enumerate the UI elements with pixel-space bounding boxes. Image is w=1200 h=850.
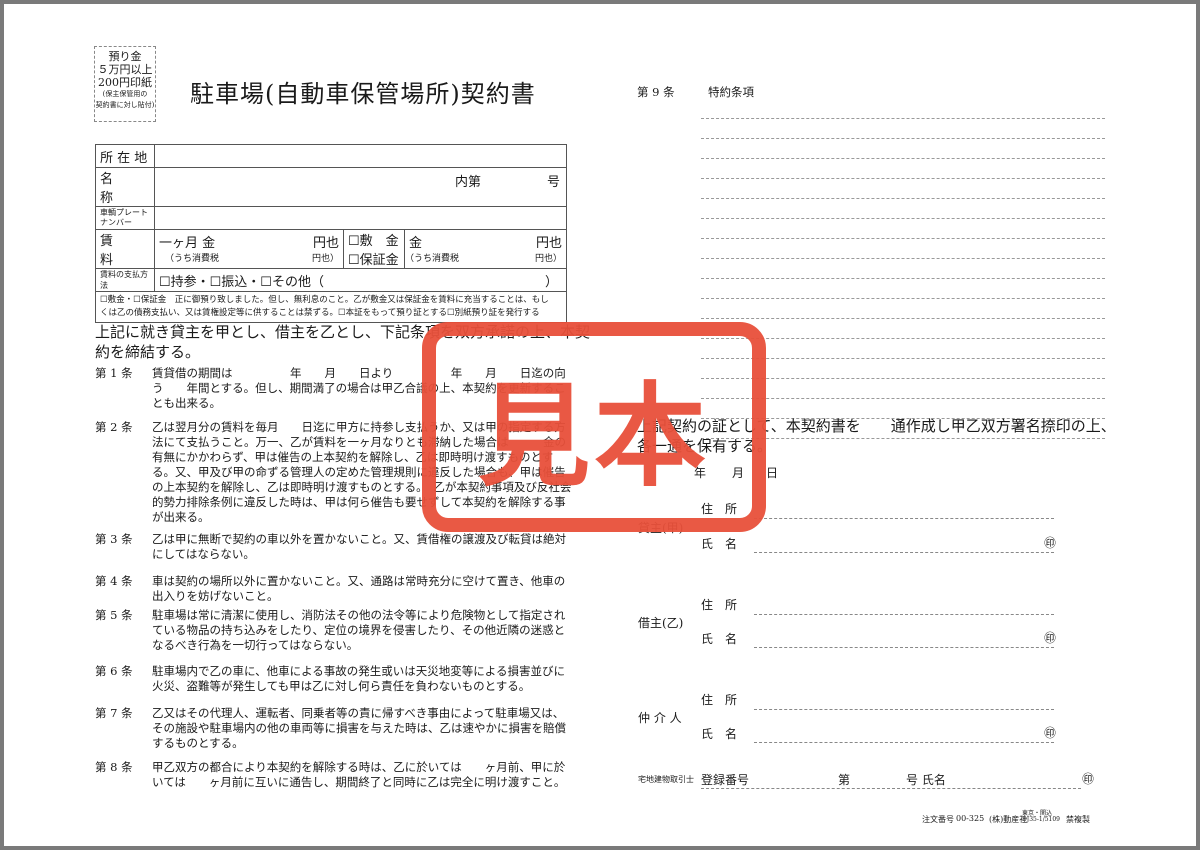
deposit-note: ☐敷金・☐保証金 正に御預り致しました。但し、無利息のこと。乙が敷金又は保証金を… [95,291,567,323]
special-terms-line[interactable] [701,118,1105,119]
sample-watermark-stamp: 見本 [422,322,766,532]
agent-name-line[interactable] [754,742,1054,743]
rent-tax-label: （うち消費税 [165,254,220,264]
stamp-note-line: 預り金 [108,50,142,63]
special-terms-line[interactable] [701,318,1105,319]
date-day: 日 [766,466,779,480]
plate-label-line: ナンバー [100,218,132,227]
special-terms-line[interactable] [701,158,1105,159]
article-number: 第 6 条 [95,664,133,678]
special-terms-line[interactable] [701,238,1105,239]
stamp-note-line: (保主保管用の [102,90,148,98]
footer-copyright: 禁複製 [1066,815,1090,824]
special-terms-line[interactable] [701,138,1105,139]
agent-address-label: 住 所 [701,693,738,707]
article-number: 第 3 条 [95,532,133,546]
parking-info-table: 所 在 地 名 称 内第 号 車輌プレート ナンバー 賃 料 一ヶ月 金 円也 … [95,144,567,323]
deposit-tax[interactable]: （うち消費税 円也） [404,249,567,269]
broker-dai-label: 第 [838,773,851,787]
name-label: 名 称 [95,167,155,207]
deposit-tax-label: （うち消費税 [405,254,460,264]
lessor-address-line[interactable] [754,518,1054,519]
article-text: 駐車場内で乙の車に、他車による事故の発生或いは天災地変等による損害並びに火災、盗… [152,664,565,693]
name-number-label: 号 [546,175,560,190]
document-title: 駐車場(自動車保管場所)契約書 [190,80,536,108]
footer-code: 00-325 [956,814,985,823]
location-label: 所 在 地 [95,144,155,168]
contract-sheet: 預り金 ５万円以上 200円印紙 (保主保管用の 契約書に対し貼付) 駐車場(自… [4,4,1196,846]
special-terms-line[interactable] [701,258,1105,259]
broker-label: 宅地建物取引士 [638,775,694,784]
deposit-tax-yen: 円也） [534,254,562,264]
rent-amount[interactable]: 一ヶ月 金 円也 [154,229,344,251]
deposit-amount[interactable]: 金 円也 [404,229,567,251]
rent-tax-yen: 円也） [311,254,339,264]
special-terms-line[interactable] [701,278,1105,279]
article-text: 甲乙双方の都合により本契約を解除する時は、乙に於いては ヶ月前、甲に於いては ヶ… [152,760,566,789]
article-text: 駐車場は常に清潔に使用し、消防法その他の法令等により危険物として指定されている物… [152,608,566,652]
broker-reg-label: 登録番号 [701,773,750,787]
special-terms-line[interactable] [701,298,1105,299]
article-9-title: 特約条項 [708,85,754,99]
broker-go-label: 号 氏名 [906,773,946,787]
lessor-seal-icon: ㊞ [1044,536,1057,550]
agent-address-line[interactable] [754,709,1054,710]
lessor-name-label: 氏 名 [701,537,738,551]
name-unit-label: 内第 [455,175,482,190]
special-terms-line[interactable] [701,218,1105,219]
plate-label-line: 車輌プレート [100,208,148,217]
stamp-note-line: 200円印紙 [98,76,152,89]
guarantee-checkbox[interactable]: ☐保証金 [343,249,405,269]
article-number: 第 5 条 [95,608,133,622]
plate-label: 車輌プレート ナンバー [95,206,155,230]
article-text: 乙は甲に無断で契約の車以外を置かないこと。又、賃借権の譲渡及び転貸は絶対にしては… [152,532,566,561]
stamp-note-line: ５万円以上 [97,63,153,76]
article-number: 第 4 条 [95,574,133,588]
special-terms-line[interactable] [701,198,1105,199]
location-value[interactable] [154,144,567,168]
rent-tax[interactable]: （うち消費税 円也） [154,249,344,269]
lessee-name-label: 氏 名 [701,632,738,646]
lessee-address-label: 住 所 [701,598,738,612]
broker-seal-icon: ㊞ [1082,772,1095,786]
agent-name-label: 氏 名 [701,727,738,741]
lessee-name-line[interactable] [754,647,1054,648]
plate-value[interactable] [154,206,567,230]
payment-label: 賃料の支払方法 [95,268,155,292]
article-number: 第 1 条 [95,366,133,380]
article-number: 第 7 条 [95,706,133,720]
footer-number: DJ35-1/5109 [1022,816,1060,823]
revenue-stamp-area: 預り金 ５万円以上 200円印紙 (保主保管用の 契約書に対し貼付) [94,46,156,122]
article-number: 第 2 条 [95,420,133,434]
article-text: 乙又はその代理人、運転者、同乗者等の責に帰すべき事由によって駐車場又は、その施設… [152,706,566,750]
article-9-number: 第 9 条 [637,85,675,99]
agent-seal-icon: ㊞ [1044,726,1057,740]
deposit-checkbox[interactable]: ☐敷 金 [343,229,405,249]
lessee-address-line[interactable] [754,614,1054,615]
broker-line[interactable] [701,788,1081,789]
footer-order-label: 注文番号 [922,815,954,824]
lessee-label: 借主(乙) [638,616,684,630]
special-terms-line[interactable] [701,178,1105,179]
agent-label: 仲 介 人 [638,711,682,725]
name-value[interactable]: 内第 号 [154,167,567,207]
payment-options[interactable]: ☐持参・☐振込・☐その他（ ） [154,268,567,292]
deposit-note-line: くは乙の債務支払い、又は賃権設定等に供することは禁ずる。☐本証をもって預り証とす… [100,308,540,318]
deposit-note-line: ☐敷金・☐保証金 正に御預り致しました。但し、無利息のこと。乙が敷金又は保証金を… [100,295,549,305]
rent-label: 賃 料 [95,229,155,269]
lessor-name-line[interactable] [754,552,1054,553]
lessee-seal-icon: ㊞ [1044,631,1057,645]
article-text: 車は契約の場所以外に置かないこと。又、通路は常時充分に空けて置き、他車の出入りを… [152,574,566,603]
article-number: 第 8 条 [95,760,133,774]
stamp-note-line: 契約書に対し貼付) [95,101,155,109]
